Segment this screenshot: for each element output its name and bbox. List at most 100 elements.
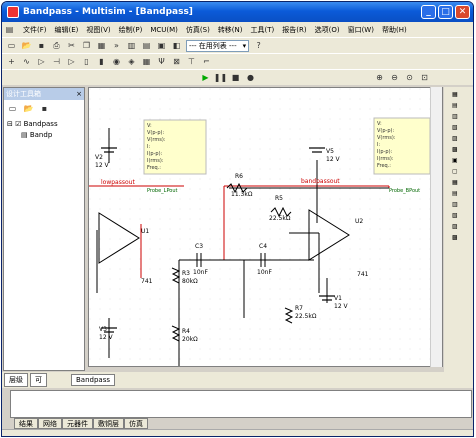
tab-copper-layers[interactable]: 敷铜层 (93, 418, 124, 429)
sim-toolbar: ▶ ❚❚ ■ ● ⊕ ⊖ ⊙ ⊡ (2, 69, 473, 85)
minimize-button[interactable]: _ (421, 5, 436, 19)
menu-bar: ▤ 文件(F) 编辑(E) 视图(V) 绘制(P) MCU(M) 仿真(S) 转… (2, 22, 473, 37)
menu-reports[interactable]: 报告(R) (282, 25, 306, 35)
menu-help[interactable]: 帮助(H) (382, 25, 407, 35)
rf-icon[interactable]: Ψ (156, 56, 167, 67)
value-v1: 12 V (334, 303, 349, 310)
word-generator-icon[interactable]: ▩ (452, 146, 466, 153)
more-icon[interactable]: » (111, 40, 122, 51)
menu-place[interactable]: 绘制(P) (119, 25, 143, 35)
zoom-out-icon[interactable]: ⊖ (389, 72, 400, 83)
agilent-icon[interactable]: ▥ (452, 201, 466, 208)
analog-icon[interactable]: ▷ (66, 56, 77, 67)
tab-level[interactable]: 层级 (4, 373, 28, 387)
menu-view[interactable]: 视图(V) (86, 25, 110, 35)
labview-icon[interactable]: ▩ (452, 234, 466, 241)
canvas-vertical-scrollbar[interactable] (430, 87, 442, 367)
cut-icon[interactable]: ✂ (66, 40, 77, 51)
function-generator-icon[interactable]: ▤ (452, 102, 466, 109)
probe-icon[interactable]: ● (245, 72, 256, 83)
menu-simulate[interactable]: 仿真(S) (186, 25, 210, 35)
bus-icon[interactable]: ⊤ (186, 56, 197, 67)
value-r7: 22.5kΩ (295, 313, 317, 320)
new-design-icon[interactable]: ▭ (7, 103, 18, 114)
tab-nets[interactable]: 网络 (38, 418, 62, 429)
value-c3: 10nF (193, 269, 208, 276)
schematic-canvas[interactable]: V: V(p-p): V(rms): I: I(p-p): I(rms): Fr… (88, 87, 443, 367)
grapher-icon[interactable]: ▥ (126, 40, 137, 51)
sim-switch-icon[interactable]: ⌐ (201, 56, 212, 67)
tab-visibility[interactable]: 可 (30, 373, 47, 387)
tab-components[interactable]: 元器件 (62, 418, 93, 429)
ttl-icon[interactable]: ▯ (81, 56, 92, 67)
new-icon[interactable]: ▭ (6, 40, 17, 51)
copy-icon[interactable]: ❐ (81, 40, 92, 51)
menu-window[interactable]: 窗口(W) (348, 25, 374, 35)
tab-simulation[interactable]: 仿真 (124, 418, 148, 429)
tab-bandpass[interactable]: Bandpass (71, 374, 115, 386)
spreadsheet-icon[interactable]: ▤ (141, 40, 152, 51)
menu-options[interactable]: 选项(O) (315, 25, 340, 35)
database-icon[interactable]: ◧ (171, 40, 182, 51)
save-icon[interactable]: ▪ (36, 40, 47, 51)
indicator-icon[interactable]: ◉ (111, 56, 122, 67)
zoom-in-icon[interactable]: ⊕ (374, 72, 385, 83)
tree-root[interactable]: ⊟ ☑ Bandpass (7, 119, 81, 130)
oscilloscope-icon[interactable]: ▧ (452, 124, 466, 131)
menu-edit[interactable]: 编辑(E) (55, 25, 79, 35)
distortion-icon[interactable]: ▢ (452, 168, 466, 175)
logic-analyzer-icon[interactable]: ▣ (452, 157, 466, 164)
title-bar: Bandpass - Multisim - [Bandpass] _ □ ✕ (2, 2, 473, 22)
probe2-label: Probe_BPout (389, 188, 420, 194)
diode-icon[interactable]: ▷ (36, 56, 47, 67)
inuse-list-value: --- 在用列表 --- (189, 41, 237, 50)
close-button[interactable]: ✕ (455, 5, 470, 19)
standard-toolbar: ▭ 📂 ▪ ⎙ ✂ ❐ ▦ » ▥ ▤ ▣ ◧ --- 在用列表 --- ▾ ? (2, 37, 473, 53)
source-icon[interactable]: + (6, 56, 17, 67)
spectrum-icon[interactable]: ▦ (452, 179, 466, 186)
close-icon[interactable]: × (76, 90, 82, 98)
paste-icon[interactable]: ▦ (96, 40, 107, 51)
menu-file[interactable]: 文件(F) (23, 25, 47, 35)
probe2-i: I: (377, 142, 380, 148)
run-icon[interactable]: ▶ (200, 72, 211, 83)
power-icon[interactable]: ◈ (126, 56, 137, 67)
misc-icon[interactable]: ▦ (141, 56, 152, 67)
probe1-label: Probe_LPout (147, 188, 178, 194)
multimeter-icon[interactable]: ▦ (452, 91, 466, 98)
label-r4: R4 (182, 328, 190, 335)
zoom-area-icon[interactable]: ⊙ (404, 72, 415, 83)
tree-child[interactable]: ▤ Bandp (7, 130, 81, 141)
menu-transfer[interactable]: 转移(N) (218, 25, 243, 35)
transistor-icon[interactable]: ⊣ (51, 56, 62, 67)
open-icon[interactable]: 📂 (21, 40, 32, 51)
maximize-button[interactable]: □ (438, 5, 453, 19)
menu-mcu[interactable]: MCU(M) (150, 26, 178, 34)
wattmeter-icon[interactable]: ▥ (452, 113, 466, 120)
print-icon[interactable]: ⎙ (51, 40, 62, 51)
help-icon[interactable]: ? (253, 40, 264, 51)
current-probe-icon[interactable]: ▨ (452, 223, 466, 230)
bode-plotter-icon[interactable]: ▨ (452, 135, 466, 142)
probe2-irms: I(rms): (377, 156, 394, 162)
main-window: Bandpass - Multisim - [Bandpass] _ □ ✕ ▤… (1, 1, 474, 437)
label-v1: V1 (334, 295, 342, 302)
status-bar (2, 429, 473, 436)
value-v3: 12 V (99, 334, 114, 341)
label-c3: C3 (195, 243, 203, 250)
stop-icon[interactable]: ■ (230, 72, 241, 83)
save-design-icon[interactable]: ▪ (39, 103, 50, 114)
component-icon[interactable]: ▣ (156, 40, 167, 51)
cmos-icon[interactable]: ▮ (96, 56, 107, 67)
tektronix-icon[interactable]: ▧ (452, 212, 466, 219)
open-design-icon[interactable]: 📂 (23, 103, 34, 114)
tab-results[interactable]: 结果 (14, 418, 38, 429)
network-analyzer-icon[interactable]: ▤ (452, 190, 466, 197)
window-title: Bandpass - Multisim - [Bandpass] (23, 7, 193, 17)
electromech-icon[interactable]: ⊠ (171, 56, 182, 67)
pause-icon[interactable]: ❚❚ (214, 72, 227, 83)
basic-icon[interactable]: ∿ (21, 56, 32, 67)
menu-tools[interactable]: 工具(T) (251, 25, 275, 35)
inuse-list-combo[interactable]: --- 在用列表 --- ▾ (186, 39, 250, 52)
zoom-fit-icon[interactable]: ⊡ (419, 72, 430, 83)
